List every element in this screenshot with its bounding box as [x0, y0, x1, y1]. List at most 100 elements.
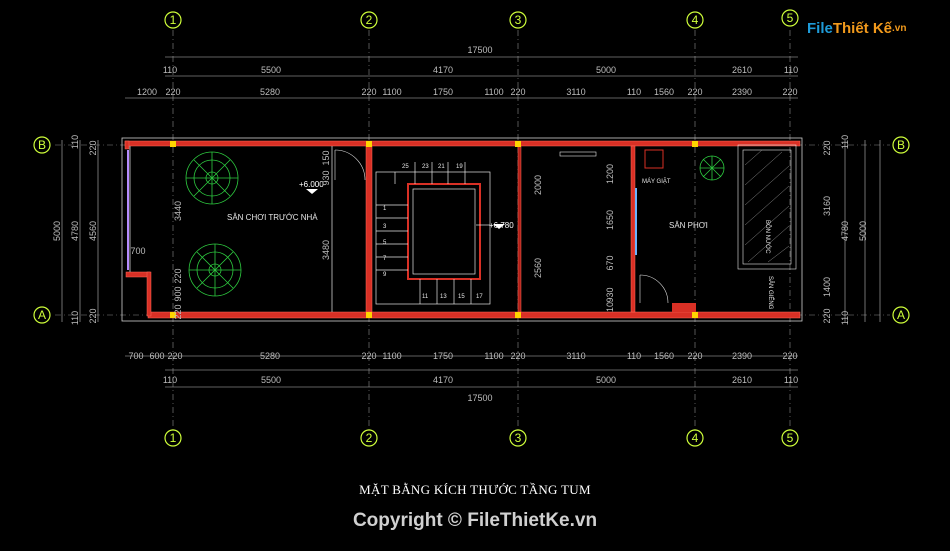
dim-text: 110	[784, 65, 798, 75]
axis-label-2: 2	[366, 13, 373, 27]
dim-text: 220	[173, 304, 183, 319]
dim-text: 110	[163, 65, 177, 75]
axis-label-5-bottom: 5	[787, 431, 794, 445]
axis-label-b-right: B	[897, 138, 905, 152]
drawing-title: MẶT BẰNG KÍCH THƯỚC TẦNG TUM	[359, 482, 591, 497]
dim-text: 110	[627, 87, 641, 97]
dim-text: 110	[163, 375, 177, 385]
columns	[170, 141, 698, 318]
dim-text: 2000	[533, 175, 543, 195]
room-label-front-yard: SÂN CHƠI TRƯỚC NHÀ	[227, 213, 318, 222]
dim-total-bottom: 17500	[467, 393, 492, 403]
logo-part-file: File	[807, 19, 833, 37]
stair-number: 3	[383, 224, 387, 230]
dim-text: 1100	[484, 351, 503, 361]
dim-text: 700	[130, 246, 145, 256]
dim-text: 700	[128, 351, 143, 361]
dim-text: 1400	[822, 277, 832, 297]
dim-text: 1100	[484, 87, 503, 97]
dims-top-row1: 110 5500 4170 5000 2610 110	[163, 65, 798, 75]
room-label-water-tank: BỒN NƯỚC	[764, 220, 771, 254]
plant-icon	[699, 155, 725, 181]
logo-part-domain: .vn	[892, 22, 907, 34]
dim-total-top: 17500	[467, 45, 492, 55]
dim-text: 5280	[260, 351, 280, 361]
stair-number: 19	[456, 164, 463, 170]
dim-text: 930	[321, 170, 331, 185]
dim-text: 110	[840, 135, 850, 149]
dim-text: 1750	[433, 351, 453, 361]
dim-text: 1560	[654, 351, 674, 361]
dims-inner: 150 930 3440 220 900 220 700 3480 2000 2…	[130, 150, 615, 319]
dim-text: 3480	[321, 240, 331, 260]
dim-text: 5500	[261, 65, 281, 75]
dim-text: 1200	[605, 164, 615, 184]
dims-top-row2: 1200 220 5280 220 1100 1750 1100 220 311…	[137, 87, 798, 97]
stair-number: 15	[458, 294, 465, 300]
dim-text: 110	[70, 311, 80, 325]
axis-label-2-bottom: 2	[366, 431, 373, 445]
stair-number: 1	[383, 206, 387, 212]
room-label-machine: MÁY GIẶT	[642, 178, 671, 185]
dims-left: 5000 4780 4560 220 110 110 220	[52, 135, 98, 325]
dim-text: 900	[173, 286, 183, 301]
axis-label-b-left: B	[38, 138, 46, 152]
dim-text: 220	[687, 351, 702, 361]
room-label-drying-yard: SÂN PHƠI	[669, 221, 708, 230]
stair-number: 21	[438, 164, 445, 170]
dim-text: 1560	[654, 87, 674, 97]
dim-text: 220	[822, 140, 832, 155]
dim-text: 4170	[433, 65, 453, 75]
dim-text: 220	[165, 87, 180, 97]
axis-label-1: 1	[170, 13, 177, 27]
dim-text: 4780	[840, 221, 850, 241]
dim-text: 5000	[596, 375, 616, 385]
staircase	[375, 162, 491, 305]
dim-text: 220	[173, 268, 183, 283]
dim-text: 2610	[732, 375, 752, 385]
dims-bottom-row2: 110 5500 4170 5000 2610 110	[163, 375, 798, 385]
dim-text: 4170	[433, 375, 453, 385]
dim-text: 5500	[261, 375, 281, 385]
dim-text: 5000	[858, 221, 868, 241]
dim-text: 4780	[70, 221, 80, 241]
dim-text: 670	[605, 255, 615, 270]
dim-text: 5280	[260, 87, 280, 97]
axis-label-3: 3	[515, 13, 522, 27]
dim-text: 1200	[137, 87, 157, 97]
dim-text: 2610	[732, 65, 752, 75]
dim-text: 220	[88, 140, 98, 155]
tree-icon	[185, 151, 239, 205]
dim-text: 1100	[382, 87, 401, 97]
dim-text: 220	[361, 87, 376, 97]
dim-text: 1650	[605, 210, 615, 230]
stair-number: 25	[402, 164, 409, 170]
axis-label-5: 5	[787, 11, 794, 25]
stair-number: 17	[476, 294, 483, 300]
dim-text: 5000	[596, 65, 616, 75]
dim-text: 3110	[566, 87, 585, 97]
dim-text: 1750	[433, 87, 453, 97]
axis-label-a-left: A	[38, 308, 46, 322]
stair-number: 5	[383, 240, 387, 246]
dim-text: 3160	[822, 196, 832, 216]
axis-label-a-right: A	[897, 308, 905, 322]
dim-text: 600	[149, 351, 164, 361]
stair-number: 9	[383, 272, 387, 278]
dim-text: 3440	[173, 201, 183, 221]
stair-number: 23	[422, 164, 429, 170]
dim-text: 220	[361, 351, 376, 361]
dim-text: 220	[167, 351, 182, 361]
logo-part-thietke: Thiết Kế	[832, 19, 893, 37]
dim-text: 220	[687, 87, 702, 97]
dim-text: 220	[510, 87, 525, 97]
axis-label-3-bottom: 3	[515, 431, 522, 445]
dim-text: 220	[822, 308, 832, 323]
brand-logo: File Thiết Kế .vn	[807, 14, 906, 42]
dim-text: 2390	[732, 351, 752, 361]
axis-label-1-bottom: 1	[170, 431, 177, 445]
dim-text: 1100	[382, 351, 401, 361]
floor-drain	[672, 303, 696, 312]
room-label-skylight: SÂN GIẾNG	[767, 276, 774, 310]
floor-plan-drawing: 1 2 3 4 5 1 2 3 4 5 B A B A 17500 110 55…	[33, 9, 910, 447]
